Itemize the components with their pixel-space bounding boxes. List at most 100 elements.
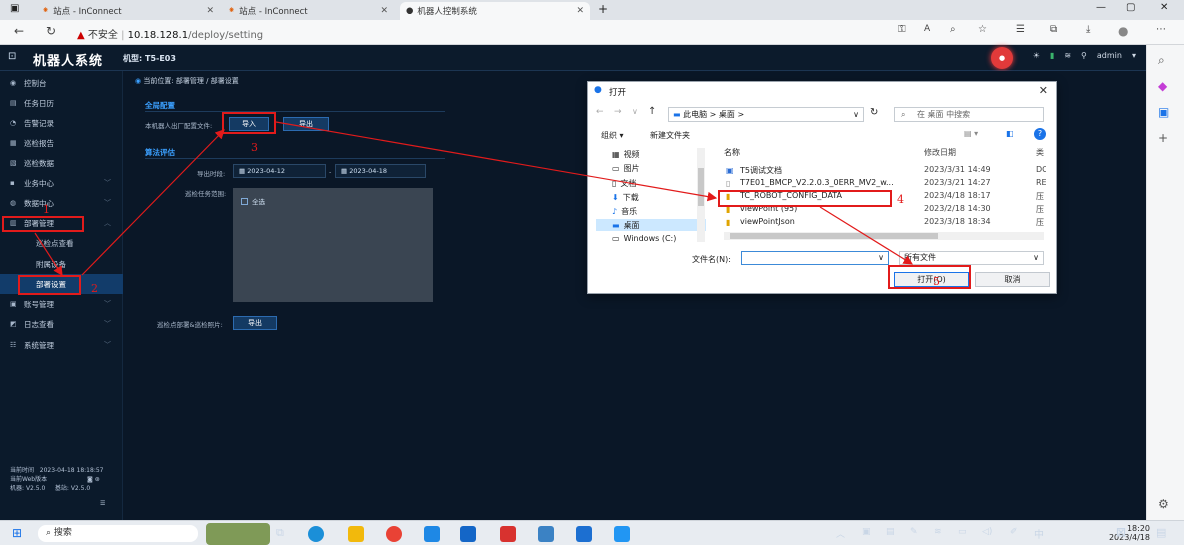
search-highlight-image[interactable]	[206, 523, 270, 545]
column-date[interactable]: 修改日期	[924, 147, 956, 158]
outlook-icon[interactable]: ▣	[1158, 105, 1169, 119]
notification-icon[interactable]: ▤	[1156, 526, 1166, 539]
back-icon[interactable]: ←	[596, 107, 604, 117]
refresh-icon[interactable]: ↻	[870, 107, 878, 118]
dialog-close-icon[interactable]: ✕	[1039, 84, 1048, 97]
tab-actions-icon[interactable]: ▣	[10, 3, 19, 14]
maximize-icon[interactable]: ▢	[1126, 2, 1135, 13]
file-row[interactable]: ▮ viewPointJson 2023/3/18 18:34 压	[724, 216, 1044, 229]
meet-icon[interactable]: ⊠	[1116, 525, 1126, 539]
tree-item-c-drive[interactable]: ▭ Windows (C:)	[612, 233, 676, 243]
close-icon[interactable]: ✕	[576, 6, 584, 16]
path-field[interactable]: ▬ 此电脑 > 桌面 > ∨	[668, 107, 864, 122]
sidebar-item-datacenter[interactable]: ◍ 数据中心 ﹀	[0, 193, 123, 213]
windows-start-icon[interactable]: ⊞	[12, 526, 22, 540]
pen-icon[interactable]: ✐	[1010, 527, 1018, 537]
forward-icon[interactable]: →	[614, 107, 622, 117]
sidebar-item-alarms[interactable]: ◔ 告警记录	[0, 113, 123, 133]
new-tab-icon[interactable]: +	[598, 2, 608, 16]
sidebar-item-system[interactable]: ☷ 系统管理 ﹀	[0, 335, 123, 355]
add-icon[interactable]: +	[1158, 131, 1168, 145]
zoom-icon[interactable]: ⌕	[950, 24, 956, 35]
sidebar-item-reports[interactable]: ▦ 巡检报告	[0, 133, 123, 153]
url-field[interactable]: ▲ 不安全 | 10.18.128.1/deploy/setting	[77, 26, 263, 41]
horizontal-scrollbar[interactable]	[724, 232, 1044, 240]
new-folder-button[interactable]: 新建文件夹	[650, 130, 690, 141]
network-icon[interactable]: ▤	[886, 527, 895, 537]
export-deploy-button[interactable]: 导出	[233, 316, 277, 330]
username[interactable]: admin	[1097, 51, 1122, 60]
settings-gear-icon[interactable]: ⚙	[1158, 497, 1169, 511]
wifi-icon[interactable]: ≋	[934, 527, 942, 537]
app-icon[interactable]	[538, 526, 554, 542]
file-row[interactable]: ▯ T7E01_BMCP_V2.2.0.3_0ERR_MV2_w... 2023/3…	[724, 177, 1046, 190]
discover-icon[interactable]: ◆	[1158, 79, 1167, 93]
wps-icon[interactable]	[500, 526, 516, 542]
cancel-button[interactable]: 取消	[975, 272, 1050, 287]
read-aloud-icon[interactable]: A	[924, 24, 930, 34]
app-icon[interactable]	[614, 526, 630, 542]
export-config-button[interactable]: 导出	[283, 117, 329, 131]
tab-inconnect-1[interactable]: ⁕ 站点 - InConnect ✕	[36, 2, 220, 20]
sidebar-item-devices[interactable]: 附属设备	[0, 254, 123, 274]
up-icon[interactable]: ↑	[648, 106, 656, 117]
close-icon[interactable]: ✕	[380, 6, 388, 16]
collapse-icon[interactable]: ☰	[100, 499, 105, 508]
profile-icon[interactable]: ●	[1118, 24, 1128, 38]
tree-item-desktop[interactable]: ▬ 桌面	[596, 219, 706, 231]
task-view-icon[interactable]: ⧉	[276, 526, 284, 540]
ime-indicator[interactable]: 中	[1034, 526, 1044, 541]
file-row[interactable]: ▣ T5调试文档 2023/3/31 14:49 DC	[724, 164, 1046, 177]
sidebar-item-data[interactable]: ▧ 巡检数据	[0, 153, 123, 173]
chevron-up-icon[interactable]: ︿	[836, 527, 845, 540]
sidebar-item-accounts[interactable]: ▣ 账号管理 ﹀	[0, 294, 123, 314]
sidebar-item-business[interactable]: ▪ 业务中心 ﹀	[0, 173, 123, 193]
more-icon[interactable]: ⋯	[1156, 24, 1166, 35]
chevron-down-icon[interactable]: ∨	[853, 108, 859, 121]
date-to-input[interactable]: ▦ 2023-04-18	[335, 164, 426, 178]
close-icon[interactable]: ✕	[206, 6, 214, 16]
taskbar-search[interactable]: ⌕ 搜索	[38, 525, 198, 542]
filename-input[interactable]: ∨	[741, 251, 889, 265]
column-name[interactable]: 名称	[724, 147, 740, 158]
dialog-search-input[interactable]: ⌕ 在 桌面 中搜索	[894, 107, 1044, 122]
minimize-icon[interactable]: —	[1096, 2, 1106, 13]
tree-item-music[interactable]: ♪ 音乐	[612, 205, 637, 217]
collections-icon[interactable]: ⧉	[1050, 24, 1057, 35]
tree-item-downloads[interactable]: ⬇ 下载	[612, 191, 639, 203]
file-explorer-icon[interactable]	[348, 526, 364, 542]
chevron-down-icon[interactable]: ▾	[1132, 51, 1136, 60]
sidebar-item-calendar[interactable]: ▤ 任务日历	[0, 93, 123, 113]
back-icon[interactable]: ←	[14, 24, 24, 38]
column-type[interactable]: 类	[1036, 147, 1046, 158]
search-icon[interactable]: ⌕	[1158, 53, 1165, 68]
sidebar-item-points[interactable]: 巡检点查看	[0, 233, 123, 253]
task-scope-list[interactable]: 全选	[233, 188, 433, 302]
date-from-input[interactable]: ▦ 2023-04-12	[233, 164, 326, 178]
sidebar-item-console[interactable]: ◉ 控制台	[0, 73, 123, 93]
mail-icon[interactable]	[460, 526, 476, 542]
downloads-icon[interactable]: ⤓	[1086, 24, 1090, 35]
store-icon[interactable]	[424, 526, 440, 542]
help-icon[interactable]: ?	[1034, 128, 1046, 140]
volume-icon[interactable]: ◁)	[982, 527, 992, 537]
tree-item-pictures[interactable]: ▭ 图片	[612, 162, 640, 174]
tab-inconnect-2[interactable]: ⁕ 站点 - InConnect ✕	[222, 2, 394, 20]
tree-item-videos[interactable]: ▦ 视频	[612, 148, 640, 160]
preview-pane-icon[interactable]: ◧	[1006, 129, 1014, 138]
window-close-icon[interactable]: ✕	[1160, 2, 1168, 13]
battery-icon[interactable]: ▭	[958, 527, 967, 537]
nav-scrollbar[interactable]	[697, 148, 705, 242]
brightness-icon[interactable]: ☀	[1033, 51, 1040, 60]
chevron-down-icon[interactable]: ∨	[632, 107, 638, 116]
edge-app-icon[interactable]	[308, 526, 324, 542]
pen-icon[interactable]: ✎	[910, 527, 918, 537]
chrome-icon[interactable]	[386, 526, 402, 542]
app-icon[interactable]	[576, 526, 592, 542]
key-icon[interactable]: ⚿	[898, 24, 906, 35]
organize-menu[interactable]: 组织 ▾	[601, 130, 624, 141]
tray-icon[interactable]: ▣	[862, 527, 871, 537]
refresh-icon[interactable]: ↻	[46, 24, 56, 38]
view-options-icon[interactable]: ▤ ▾	[964, 129, 978, 138]
alarm-icon[interactable]: ●	[991, 47, 1013, 69]
